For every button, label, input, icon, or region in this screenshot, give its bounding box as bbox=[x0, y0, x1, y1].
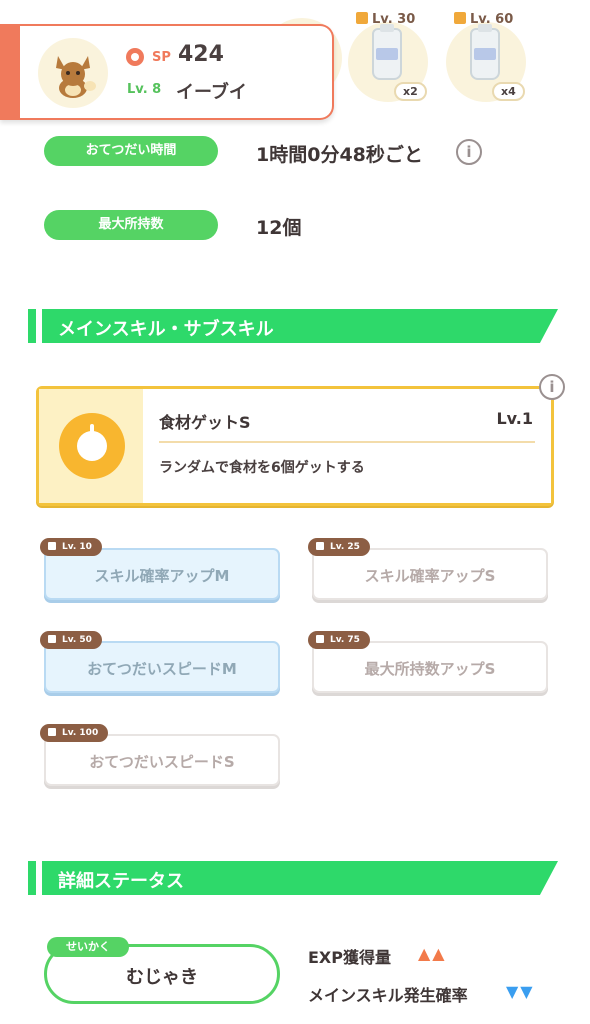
sub-skill-slot[interactable]: Lv. 10 スキル確率アップM bbox=[40, 538, 280, 600]
stat-label-exp: EXP獲得量 bbox=[308, 948, 391, 967]
capacity-label: 最大所持数 bbox=[44, 210, 218, 240]
lock-icon bbox=[48, 635, 56, 643]
nature-tag: せいかく bbox=[47, 937, 129, 957]
sub-skill-slot[interactable]: Lv. 25 スキル確率アップS bbox=[308, 538, 548, 600]
stat-up-arrows-icon: ▲▲ bbox=[418, 944, 447, 963]
sub-skill-unlock-tag: Lv. 25 bbox=[308, 538, 370, 556]
main-skill-description: ランダムで食材を6個ゲットする bbox=[159, 460, 365, 476]
main-skill-card[interactable]: 食材ゲットS Lv.1 ランダムで食材を6個ゲットする bbox=[36, 386, 554, 506]
lock-icon bbox=[356, 12, 368, 24]
sub-skill-name: おてつだいスピードS bbox=[89, 753, 235, 771]
milk-bottle-icon bbox=[470, 24, 500, 80]
skills-section-header: メインスキル・サブスキル bbox=[28, 309, 558, 343]
sub-skill-name: スキル確率アップS bbox=[364, 567, 496, 585]
stat-down-arrows-icon: ▼▼ bbox=[506, 982, 535, 1001]
ingredient-count: x4 bbox=[492, 82, 525, 101]
lock-icon bbox=[316, 542, 324, 550]
info-icon[interactable]: i bbox=[539, 374, 565, 400]
ingredient-count: x2 bbox=[394, 82, 427, 101]
pokemon-avatar bbox=[38, 38, 108, 108]
sub-skill-slot[interactable]: Lv. 50 おてつだいスピードM bbox=[40, 631, 280, 693]
header-accent-bar bbox=[0, 26, 20, 118]
lock-icon bbox=[48, 728, 56, 736]
stat-label-skill-rate: メインスキル発生確率 bbox=[308, 986, 468, 1005]
sub-skill-name: スキル確率アップM bbox=[94, 567, 230, 585]
lock-icon bbox=[316, 635, 324, 643]
sub-skill-unlock-tag: Lv. 100 bbox=[40, 724, 109, 742]
skills-section-title: メインスキル・サブスキル bbox=[58, 319, 274, 340]
sub-skill-unlock-tag: Lv. 75 bbox=[308, 631, 370, 649]
sub-skill-slot[interactable]: Lv. 100 おてつだいスピードS bbox=[40, 724, 280, 786]
sub-skill-slot[interactable]: Lv. 75 最大所持数アップS bbox=[308, 631, 548, 693]
main-skill-name: 食材ゲットS bbox=[159, 413, 251, 432]
sp-icon bbox=[126, 48, 144, 66]
help-time-label: おてつだい時間 bbox=[44, 136, 218, 166]
sp-label: SP bbox=[152, 50, 171, 65]
lock-icon bbox=[48, 542, 56, 550]
apple-icon bbox=[77, 424, 107, 461]
skill-orb bbox=[59, 413, 125, 479]
sp-value: 424 bbox=[178, 42, 224, 67]
help-time-value: 1時間0分48秒ごと bbox=[256, 144, 423, 166]
sub-skill-name: 最大所持数アップS bbox=[364, 660, 496, 678]
pokemon-level: Lv. 8 bbox=[127, 82, 162, 97]
divider bbox=[159, 441, 535, 443]
capacity-value: 12個 bbox=[256, 217, 302, 239]
nature-pill[interactable]: せいかく むじゃき bbox=[44, 937, 280, 1004]
sub-skill-unlock-tag: Lv. 50 bbox=[40, 631, 102, 649]
pokemon-name: イーブイ bbox=[176, 82, 247, 103]
sub-skill-name: おてつだいスピードM bbox=[87, 660, 237, 678]
details-section-header: 詳細ステータス bbox=[28, 861, 558, 895]
info-icon[interactable]: i bbox=[456, 139, 482, 165]
milk-bottle-icon bbox=[372, 24, 402, 80]
details-section-title: 詳細ステータス bbox=[58, 871, 184, 892]
lock-icon bbox=[454, 12, 466, 24]
main-skill-level: Lv.1 bbox=[496, 409, 533, 428]
nature-name: むじゃき bbox=[126, 967, 198, 988]
pokemon-header-card: SP 424 Lv. 8 イーブイ bbox=[0, 24, 334, 120]
eevee-icon bbox=[56, 56, 96, 98]
sub-skill-unlock-tag: Lv. 10 bbox=[40, 538, 102, 556]
